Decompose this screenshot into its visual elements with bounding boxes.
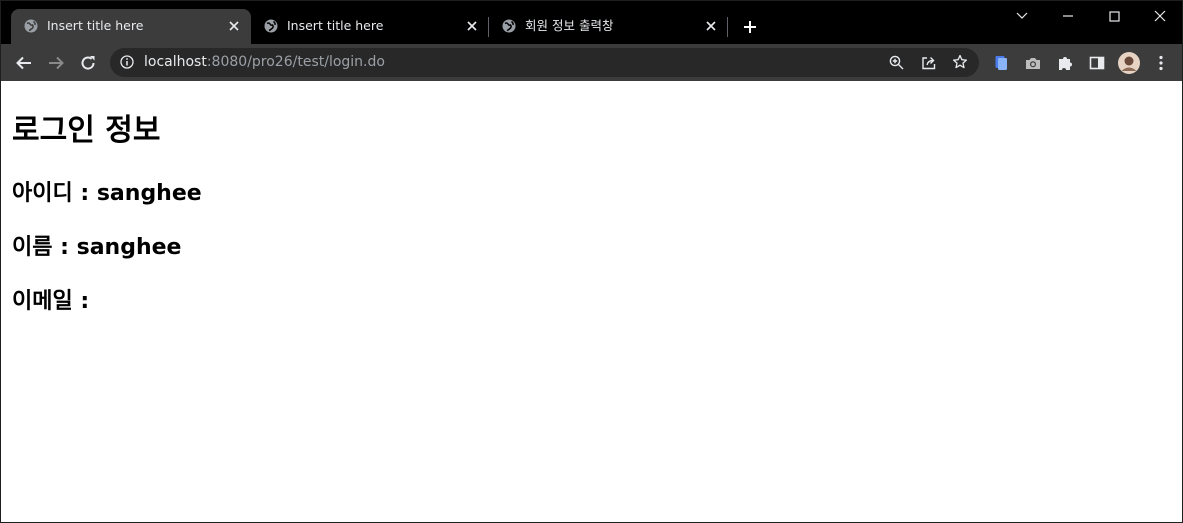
new-tab-button[interactable] [739, 16, 761, 38]
browser-window: Insert title here Insert title here 회원 정… [0, 0, 1183, 523]
share-icon[interactable] [921, 55, 937, 70]
browser-toolbar: localhost:8080/pro26/test/login.do [1, 44, 1182, 81]
tab-title: Insert title here [287, 18, 384, 33]
menu-button[interactable] [1150, 52, 1172, 74]
tab-title: Insert title here [47, 18, 144, 33]
forward-button[interactable] [45, 52, 67, 74]
reload-button[interactable] [77, 52, 99, 74]
close-tab-icon[interactable] [226, 18, 242, 34]
globe-icon [24, 19, 38, 33]
back-button[interactable] [13, 52, 35, 74]
tab-title: 회원 정보 출력창 [525, 18, 614, 33]
avatar-icon [1118, 52, 1140, 74]
maximize-icon [1108, 10, 1120, 22]
tab-3[interactable]: 회원 정보 출력창 [489, 9, 727, 44]
camera-icon [1026, 58, 1040, 69]
profile-avatar[interactable] [1118, 52, 1140, 74]
url-path: :8080/pro26/test/login.do [206, 54, 385, 70]
close-tab-icon[interactable] [703, 18, 719, 34]
minimize-button[interactable] [1056, 5, 1080, 27]
chevron-down-icon [1016, 12, 1028, 19]
tab-2[interactable]: Insert title here [251, 9, 489, 44]
screenshot-extension-button[interactable] [1022, 52, 1044, 74]
arrow-right-icon [49, 56, 64, 70]
side-panel-icon [1089, 56, 1105, 70]
maximize-button[interactable] [1102, 5, 1126, 27]
document-icon [995, 56, 1007, 70]
globe-icon [502, 19, 516, 33]
tab-strip: Insert title here Insert title here 회원 정… [1, 1, 1182, 44]
close-tab-icon[interactable] [464, 18, 480, 34]
reload-icon [81, 56, 95, 70]
tab-1[interactable]: Insert title here [11, 9, 251, 44]
close-window-button[interactable] [1148, 5, 1172, 27]
url-text[interactable]: localhost:8080/pro26/test/login.do [144, 54, 385, 71]
page-title: 로그인 정보 [12, 113, 161, 148]
globe-icon [264, 19, 278, 33]
extensions-button[interactable] [1054, 52, 1076, 74]
user-email-line: 이메일 : [12, 289, 90, 314]
tab-divider [727, 17, 728, 37]
user-name-line: 이름 : sanghee [12, 235, 182, 260]
star-icon[interactable] [952, 54, 968, 70]
puzzle-icon [1059, 57, 1072, 70]
close-icon [1154, 10, 1166, 22]
plus-icon [744, 21, 756, 33]
address-bar[interactable]: localhost:8080/pro26/test/login.do [110, 48, 979, 77]
page-content: 로그인 정보 아이디 : sanghee 이름 : sanghee 이메일 : [1, 81, 1182, 522]
extension-docs-button[interactable] [990, 52, 1012, 74]
tab-search-button[interactable] [1010, 5, 1034, 27]
side-panel-button[interactable] [1086, 52, 1108, 74]
more-vertical-icon [1159, 55, 1163, 71]
minimize-icon [1063, 15, 1073, 17]
info-icon[interactable] [120, 55, 134, 69]
url-host: localhost [144, 54, 207, 70]
zoom-icon[interactable] [889, 55, 904, 70]
arrow-left-icon [16, 56, 31, 70]
user-id-line: 아이디 : sanghee [12, 181, 202, 206]
